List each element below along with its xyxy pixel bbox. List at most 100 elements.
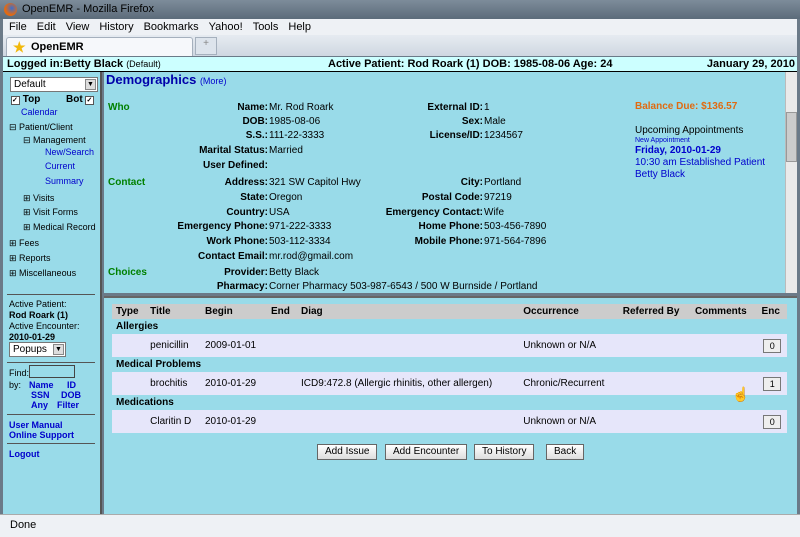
issue-referred (618, 334, 691, 357)
star-icon: ★ (13, 39, 26, 55)
add-encounter-button[interactable]: Add Encounter (385, 444, 468, 460)
issue-enc-cell: 0 (757, 334, 787, 357)
field-label-state: State: (240, 192, 268, 203)
nav-visit-forms[interactable]: ⊞ Visit Forms (23, 207, 78, 218)
new-tab-button[interactable]: + (195, 37, 217, 55)
to-history-button[interactable]: To History (474, 444, 535, 460)
online-support-link[interactable]: Online Support (9, 430, 74, 440)
nav-visits[interactable]: ⊞ Visits (23, 193, 54, 204)
issue-occurrence: Unknown or N/A (519, 410, 619, 433)
issue-row[interactable]: Claritin D 2010-01-29 Unknown or N/A 0 (112, 410, 787, 433)
popups-select[interactable]: Popups ▼ (9, 342, 66, 357)
encounter-count-button[interactable]: 0 (763, 414, 782, 429)
find-by-ssn[interactable]: SSN (31, 390, 50, 400)
chevron-down-icon: ▼ (85, 79, 96, 90)
add-issue-button[interactable]: Add Issue (317, 444, 378, 460)
top-checkbox[interactable]: ✓ (11, 96, 20, 105)
column-header-referred-by: Referred By (618, 304, 691, 319)
menu-edit[interactable]: Edit (31, 19, 60, 33)
find-by-id[interactable]: ID (67, 380, 76, 390)
layout-select-value: Default (14, 79, 46, 90)
active-encounter-label: Active Encounter: (9, 321, 80, 331)
more-link[interactable]: (More) (200, 76, 227, 86)
field-value-home-phone: 503-456-7890 (484, 221, 547, 232)
appointment-date[interactable]: Friday, 2010-01-29 (635, 145, 721, 156)
tab-openemr[interactable]: ★ OpenEMR (6, 37, 193, 56)
layout-select[interactable]: Default ▼ (10, 77, 98, 92)
issue-group: Allergies (112, 319, 787, 334)
header-bar: Logged in:Betty Black (Default) Active P… (3, 57, 797, 72)
issue-row[interactable]: brochitis 2010-01-29 ICD9:472.8 (Allergic … (112, 372, 787, 395)
issue-group-name: Allergies (116, 321, 159, 332)
menu-history[interactable]: History (93, 19, 137, 33)
section-choices: Choices (108, 267, 147, 278)
issue-begin: 2010-01-29 (200, 410, 267, 433)
menu-bar: File Edit View History Bookmarks Yahoo! Tools H… (3, 19, 797, 35)
issue-occurrence: Unknown or N/A (519, 334, 619, 357)
status-bar: Done (0, 514, 800, 537)
demographics-heading: Demographics (106, 72, 197, 87)
by-label: by: (9, 380, 22, 390)
appointment-provider[interactable]: Betty Black (635, 169, 685, 180)
menu-view[interactable]: View (60, 19, 94, 33)
nav-miscellaneous[interactable]: ⊞ Miscellaneous (9, 268, 76, 279)
menu-tools[interactable]: Tools (247, 19, 283, 33)
user-manual-link[interactable]: User Manual (9, 420, 63, 430)
menu-yahoo[interactable]: Yahoo! (203, 19, 247, 33)
logged-in-user: Logged in:Betty Black (7, 58, 124, 70)
window-titlebar: OpenEMR - Mozilla Firefox (0, 0, 800, 19)
chevron-down-icon: ▼ (53, 344, 64, 355)
field-label-address: Address: (224, 177, 268, 188)
encounter-count-button[interactable]: 0 (763, 338, 782, 353)
divider (7, 443, 95, 444)
nav-patient-client[interactable]: ⊟ Patient/Client (9, 122, 73, 133)
bot-toggle[interactable]: Bot ✓ (66, 94, 95, 105)
popups-value: Popups (13, 344, 47, 355)
nav-summary[interactable]: Summary (45, 176, 84, 186)
issue-row[interactable]: penicillin 2009-01-01 Unknown or N/A 0 (112, 334, 787, 357)
issue-group-name: Medications (116, 397, 174, 408)
divider (7, 414, 95, 415)
nav-visits-label: Visits (33, 193, 55, 203)
find-by-dob[interactable]: DOB (61, 390, 81, 400)
field-value-emergency-phone: 971-222-3333 (269, 221, 332, 232)
issue-end (266, 372, 297, 395)
nav-calendar[interactable]: Calendar (21, 107, 58, 117)
menu-help[interactable]: Help (282, 19, 315, 33)
issue-diag (296, 410, 520, 433)
nav-medical-record[interactable]: ⊞ Medical Record (23, 222, 96, 233)
find-by-any[interactable]: Any (31, 400, 48, 410)
new-appointment-link[interactable]: New Appointment (635, 137, 690, 144)
field-label-postal: Postal Code: (421, 192, 483, 203)
demographics-scrollbar[interactable] (785, 72, 797, 293)
nav-management[interactable]: ⊟ Management (23, 135, 86, 146)
column-header-comments: Comments (690, 304, 758, 319)
field-label-dob: DOB: (242, 116, 268, 127)
field-label-email: Contact Email: (197, 251, 268, 262)
field-value-ss: 111-22-3333 (269, 130, 325, 141)
find-input[interactable] (29, 365, 75, 378)
bot-checkbox[interactable]: ✓ (85, 96, 95, 105)
issue-title: Claritin D (146, 410, 201, 433)
issue-group: Medications (112, 395, 787, 410)
nav-reports[interactable]: ⊞ Reports (9, 253, 51, 264)
nav-reports-label: Reports (19, 253, 51, 263)
find-by-name[interactable]: Name (29, 380, 54, 390)
logout-link[interactable]: Logout (9, 449, 40, 459)
top-toggle[interactable]: ✓ Top (11, 94, 40, 105)
active-patient-label: Active Patient: (9, 299, 67, 309)
issue-end (266, 410, 297, 433)
menu-bookmarks[interactable]: Bookmarks (138, 19, 203, 33)
field-value-emergency-contact: Wife (484, 207, 504, 218)
column-header-type: Type (112, 304, 147, 319)
menu-file[interactable]: File (3, 19, 31, 33)
issues-table: Type Title Begin End Diag Occurrence Referred … (112, 304, 787, 433)
find-filter[interactable]: Filter (57, 400, 79, 410)
scrollbar-thumb[interactable] (786, 112, 797, 162)
nav-current[interactable]: Current (45, 161, 75, 171)
nav-fees[interactable]: ⊞ Fees (9, 238, 39, 249)
appointment-time[interactable]: 10:30 am Established Patient (635, 157, 765, 168)
nav-new-search[interactable]: New/Search (45, 147, 94, 157)
back-button[interactable]: Back (546, 444, 585, 460)
encounter-count-button[interactable]: 1 (763, 376, 782, 391)
